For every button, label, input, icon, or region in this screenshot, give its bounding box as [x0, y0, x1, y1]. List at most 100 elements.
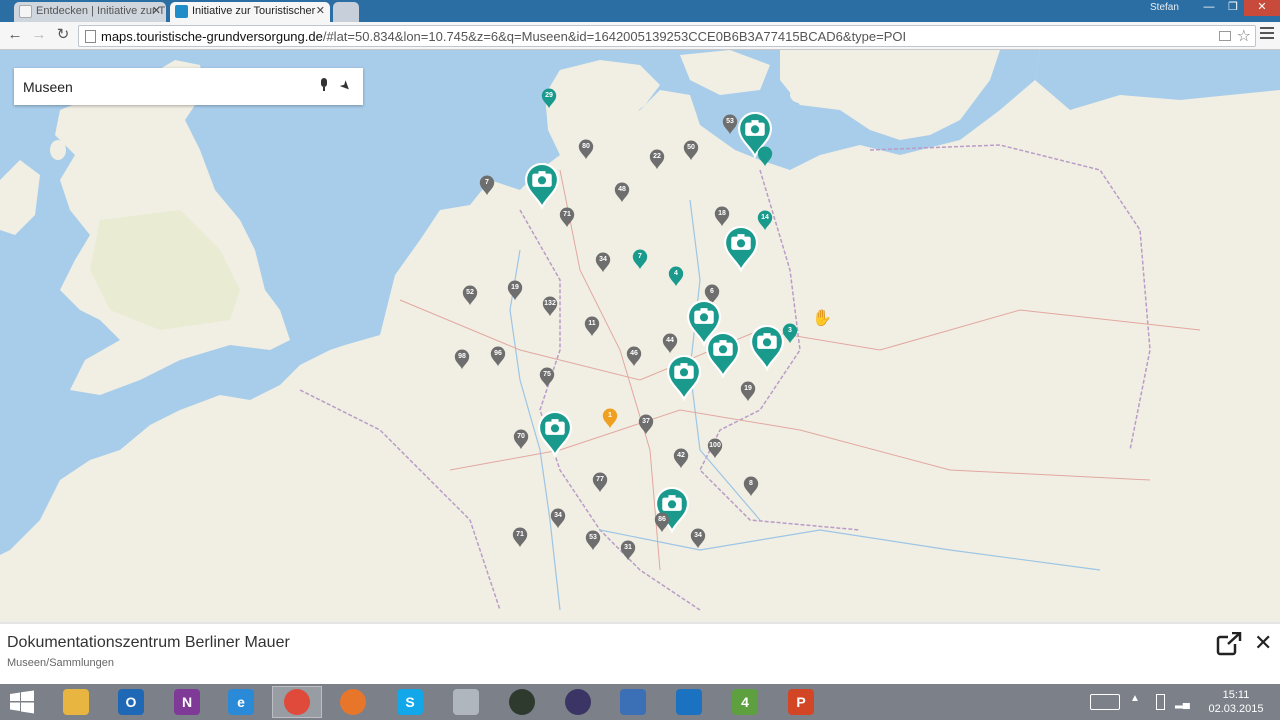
cluster-marker[interactable]: 29	[541, 88, 557, 109]
poi-camera-marker[interactable]	[666, 355, 702, 401]
keyboard-icon[interactable]	[1090, 694, 1120, 710]
cluster-marker[interactable]: 75	[539, 367, 555, 388]
forward-arrow-icon[interactable]: →	[30, 26, 48, 44]
eclipse-icon	[565, 689, 591, 715]
taskbar-file-explorer[interactable]	[51, 686, 101, 718]
cluster-marker[interactable]: 34	[550, 508, 566, 529]
cluster-marker[interactable]: 3	[782, 323, 798, 344]
back-arrow-icon[interactable]: ←	[6, 26, 24, 44]
cluster-count: 100	[709, 442, 721, 450]
poi-camera-marker[interactable]	[705, 332, 741, 378]
poi-camera-marker[interactable]	[537, 411, 573, 457]
cluster-marker[interactable]: 8	[743, 476, 759, 497]
taskbar-powerpoint[interactable]: P	[776, 686, 826, 718]
browser-user-name[interactable]: Stefan	[1150, 2, 1179, 13]
signal-icon[interactable]: ▂▄	[1175, 698, 1190, 709]
tab-initiative[interactable]: Initiative zur Touristischer ✕	[170, 2, 330, 22]
cluster-marker[interactable]: 53	[585, 530, 601, 551]
taskbar-firefox[interactable]	[328, 686, 378, 718]
taskbar-eclipse[interactable]	[553, 686, 603, 718]
cluster-marker[interactable]: 71	[559, 207, 575, 228]
cluster-count: 34	[554, 512, 562, 520]
taskbar-internet-explorer[interactable]: e	[216, 686, 266, 718]
reload-icon[interactable]: ↻	[54, 26, 72, 44]
taskbar-teamviewer[interactable]	[664, 686, 714, 718]
cluster-marker[interactable]: 14	[757, 210, 773, 231]
cluster-marker[interactable]: 19	[740, 381, 756, 402]
cluster-count: 52	[466, 289, 474, 297]
cluster-marker[interactable]: 77	[592, 472, 608, 493]
close-panel-icon[interactable]: ✕	[1254, 630, 1272, 656]
tab-close-icon[interactable]: ✕	[152, 2, 161, 21]
taskbar-outlook[interactable]: O	[106, 686, 156, 718]
cluster-marker[interactable]: 80	[578, 139, 594, 160]
locate-arrow-icon[interactable]: ➤	[336, 76, 355, 95]
cluster-marker[interactable]: 37	[638, 414, 654, 435]
page-favicon-icon	[19, 5, 32, 18]
battery-icon[interactable]	[1156, 694, 1165, 710]
taskbar-skype[interactable]: S	[385, 686, 435, 718]
tab-entdecken[interactable]: Entdecken | Initiative zur T ✕	[14, 2, 166, 22]
taskbar-snipping-tool[interactable]	[441, 686, 491, 718]
bookmark-star-icon[interactable]: ☆	[1237, 26, 1251, 46]
cluster-marker[interactable]: 98	[454, 349, 470, 370]
search-query[interactable]: Museen	[23, 79, 73, 95]
cluster-count: 50	[687, 144, 695, 152]
poi-camera-marker[interactable]	[723, 226, 759, 272]
cluster-marker[interactable]: 86	[654, 512, 670, 533]
cluster-marker[interactable]: 22	[649, 149, 665, 170]
cluster-marker[interactable]: 11	[584, 316, 600, 337]
cluster-marker[interactable]: 42	[673, 448, 689, 469]
cluster-count: 53	[589, 534, 597, 542]
cluster-marker[interactable]: 48	[614, 182, 630, 203]
cluster-marker[interactable]: 31	[620, 540, 636, 561]
cluster-marker[interactable]: 53	[722, 114, 738, 135]
map-search-box[interactable]: Museen ➤	[14, 68, 363, 105]
minimize-button[interactable]: —	[1196, 0, 1222, 16]
microphone-icon[interactable]	[319, 78, 329, 94]
cluster-count: 34	[599, 256, 607, 264]
taskbar-camtasia[interactable]: 4	[720, 686, 770, 718]
cluster-marker[interactable]: 34	[595, 252, 611, 273]
cluster-count: 86	[658, 516, 666, 524]
poi-camera-marker[interactable]	[749, 325, 785, 371]
cluster-marker[interactable]: 7	[479, 175, 495, 196]
cluster-count: 96	[494, 350, 502, 358]
windows-start-icon[interactable]	[6, 690, 38, 714]
taskbar-onenote[interactable]: N	[162, 686, 212, 718]
cluster-marker[interactable]: 132	[542, 296, 558, 317]
cluster-marker[interactable]: 19	[507, 280, 523, 301]
cluster-marker[interactable]: 46	[626, 346, 642, 367]
cluster-marker[interactable]: 50	[683, 140, 699, 161]
cluster-count: 34	[694, 532, 702, 540]
open-external-icon[interactable]	[1216, 631, 1242, 656]
window-close-button[interactable]: ✕	[1244, 0, 1280, 16]
taskbar-chrome[interactable]	[272, 686, 322, 718]
cluster-marker[interactable]: 4	[668, 266, 684, 287]
new-tab-button[interactable]	[333, 2, 359, 22]
windows-taskbar: O Ne S 4 P ▲ ▂▄ 15:11 02.03.2015	[0, 684, 1280, 720]
cluster-marker[interactable]: 100	[707, 438, 723, 459]
map-view[interactable]: Museen ➤ 29 53 80 22 50 7 48 71 18 14 34 7 4 52 19 6 132…	[0, 50, 1280, 622]
cluster-marker[interactable]: 7	[632, 249, 648, 270]
taskbar-network-app[interactable]	[608, 686, 658, 718]
url-text[interactable]: maps.touristische-grundversorgung.de/#la…	[101, 29, 906, 44]
maximize-button[interactable]: ❐	[1222, 0, 1244, 16]
taskbar-clock[interactable]: 15:11 02.03.2015	[1200, 688, 1272, 716]
cluster-marker[interactable]: 18	[714, 206, 730, 227]
cluster-marker[interactable]: 96	[490, 346, 506, 367]
cluster-marker[interactable]: 52	[462, 285, 478, 306]
tray-expand-icon[interactable]: ▲	[1130, 693, 1140, 704]
cast-icon[interactable]	[1219, 31, 1231, 41]
cluster-marker[interactable]: 70	[513, 429, 529, 450]
browser-menu-icon[interactable]	[1260, 27, 1274, 42]
cluster-marker[interactable]: 44	[662, 333, 678, 354]
tab-close-icon[interactable]: ✕	[316, 2, 325, 21]
cluster-marker[interactable]: 34	[690, 528, 706, 549]
poi-camera-marker[interactable]	[524, 163, 560, 209]
cluster-marker[interactable]: 1	[602, 408, 618, 429]
cluster-marker[interactable]	[757, 146, 773, 167]
taskbar-spotify[interactable]	[497, 686, 547, 718]
address-bar[interactable]: maps.touristische-grundversorgung.de/#la…	[78, 25, 1256, 47]
cluster-marker[interactable]: 71	[512, 527, 528, 548]
